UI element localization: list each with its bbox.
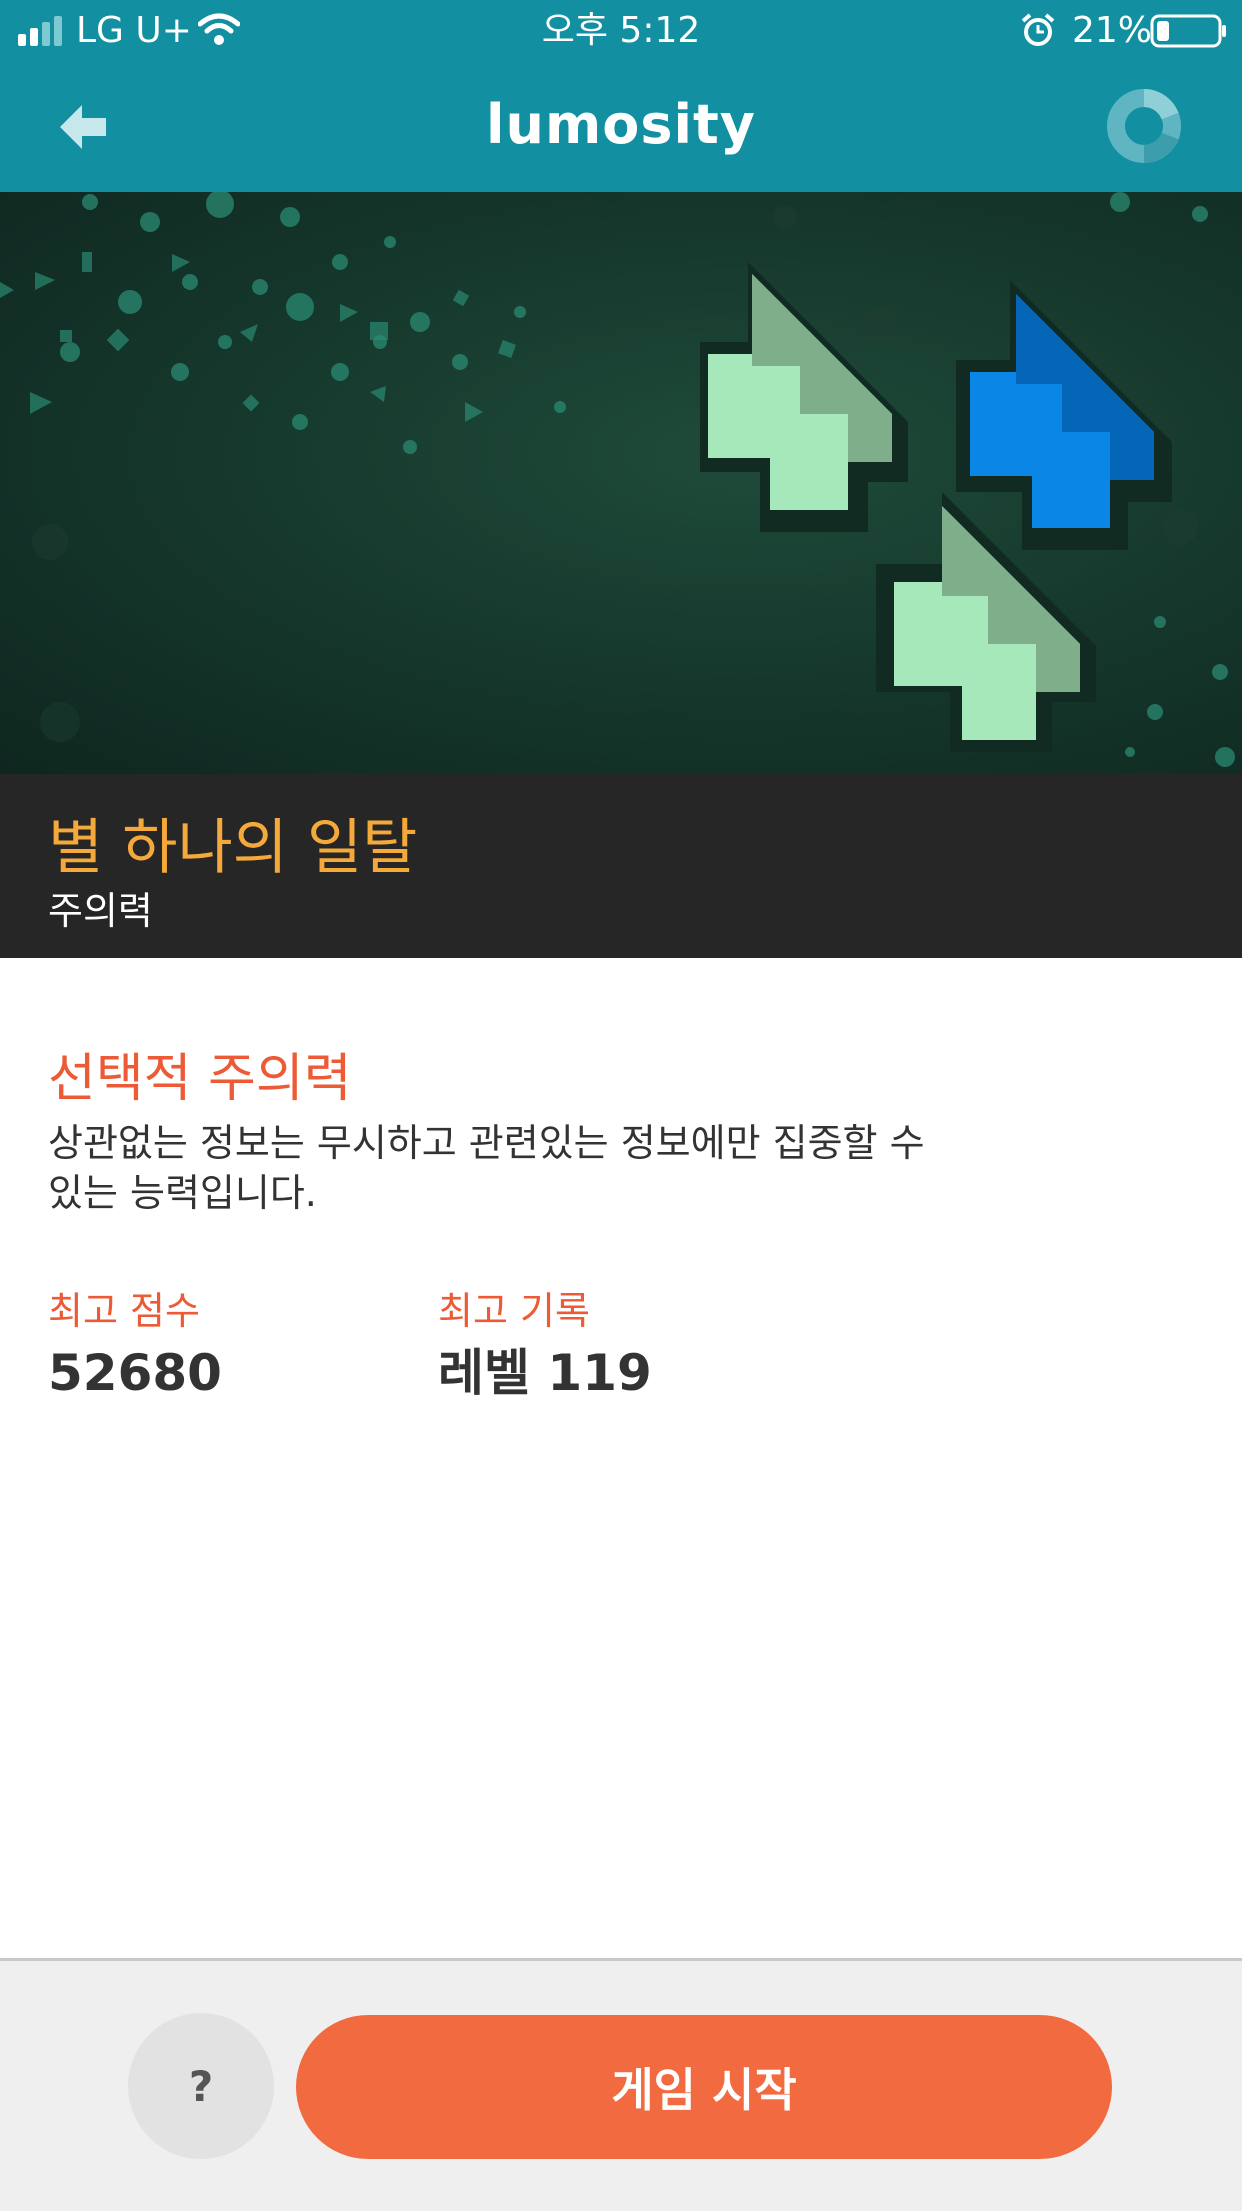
alarm-icon [1021, 13, 1055, 46]
game-title-band: 별 하나의 일탈 주의력 [0, 774, 1242, 958]
start-game-button[interactable]: 게임 시작 [296, 2015, 1112, 2159]
top-bar: LG U+ 오후 5:12 21% lumosity [0, 0, 1242, 192]
best-record-value: 레벨 119 [438, 1344, 652, 1402]
bottom-action-bar: ? 게임 시작 [0, 1958, 1242, 2211]
battery-icon [1150, 14, 1226, 48]
game-category: 주의력 [48, 889, 153, 933]
skill-description: 상관없는 정보는 무시하고 관련있는 정보에만 집중할 수 있는 능력입니다. [48, 1121, 925, 1215]
app-logo: lumosity [486, 93, 756, 156]
battery-percent: 21% [1072, 10, 1153, 51]
skill-title: 선택적 주의력 [48, 1049, 352, 1109]
best-score-label: 최고 점수 [48, 1289, 200, 1333]
progress-ring-icon[interactable] [1104, 86, 1184, 166]
help-button[interactable]: ? [128, 2013, 274, 2159]
best-record-label: 최고 기록 [438, 1289, 590, 1333]
game-title: 별 하나의 일탈 [48, 813, 418, 883]
best-score-value: 52680 [48, 1344, 222, 1402]
game-hero-artwork [0, 192, 1242, 774]
hero-illustration [0, 192, 1235, 767]
status-bar: LG U+ 오후 5:12 21% [0, 0, 1242, 62]
